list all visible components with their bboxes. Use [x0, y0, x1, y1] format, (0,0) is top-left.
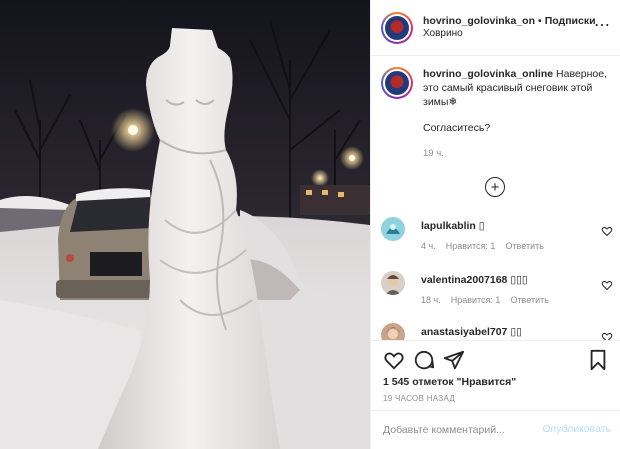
comment-heart-icon[interactable]: [601, 331, 613, 340]
comment-input[interactable]: [383, 422, 533, 438]
commenter-avatar[interactable]: [381, 323, 405, 340]
post-photo[interactable]: [0, 0, 370, 449]
comment-heart-icon[interactable]: [601, 279, 613, 291]
post-caption: hovrino_golovinka_online Наверное, это с…: [381, 67, 613, 161]
snow-sculpture-image: [0, 0, 370, 449]
reply-button[interactable]: Ответить: [510, 295, 548, 305]
comment-icon[interactable]: [413, 349, 435, 371]
comment-text: ▯: [478, 220, 485, 232]
reply-button[interactable]: Ответить: [505, 241, 543, 251]
comment-item: valentina2007168 ▯▯▯ 18 ч. Нравится: 1 Отв…: [381, 271, 613, 311]
publish-button[interactable]: Опубликовать: [542, 423, 611, 435]
commenter-avatar[interactable]: [381, 271, 405, 295]
author-username[interactable]: hovrino_golovinka_on: [423, 15, 535, 27]
comment-item: lapulkablin ▯ 4 ч. Нравится: 1 Ответить: [381, 217, 613, 257]
heart-icon[interactable]: [383, 349, 405, 371]
comment-text: ▯▯▯: [510, 274, 528, 286]
comment-time: 18 ч.: [421, 295, 441, 305]
comment-time: 4 ч.: [421, 241, 436, 251]
post-side-panel: hovrino_golovinka_on • Подписки Ховрино ⋯ …: [370, 0, 620, 449]
comment-heart-icon[interactable]: [601, 225, 613, 237]
follow-button[interactable]: Подписки: [545, 15, 596, 27]
comment-username[interactable]: valentina2007168: [421, 274, 507, 286]
instagram-post-window: hovrino_golovinka_on • Подписки Ховрино ⋯ …: [0, 0, 620, 449]
likes-count[interactable]: 1 545 отметок "Нравится": [383, 376, 516, 388]
caption-time: 19 ч.: [423, 148, 444, 159]
comment-likes-link[interactable]: Нравится: 1: [451, 295, 501, 305]
bookmark-icon[interactable]: [587, 349, 609, 371]
caption-avatar[interactable]: [381, 67, 413, 99]
send-icon[interactable]: [443, 349, 465, 371]
post-actions-bar: 1 545 отметок "Нравится" 19 ЧАСОВ НАЗАД: [371, 340, 620, 410]
add-comment-bar: Опубликовать: [371, 410, 620, 449]
post-time-ago: 19 ЧАСОВ НАЗАД: [383, 394, 456, 403]
comment-item: anastasiyabel707 ▯▯: [381, 323, 613, 340]
comments-area[interactable]: hovrino_golovinka_online Наверное, это с…: [371, 57, 620, 340]
comment-text: ▯▯: [510, 326, 522, 338]
commenter-avatar[interactable]: [381, 217, 405, 241]
caption-question: Согласитесь?: [423, 122, 491, 134]
caption-username[interactable]: hovrino_golovinka_online: [423, 68, 553, 80]
post-header: hovrino_golovinka_on • Подписки Ховрино ⋯: [371, 0, 620, 56]
comment-likes-link[interactable]: Нравится: 1: [446, 241, 496, 251]
more-options-icon[interactable]: ⋯: [594, 18, 611, 34]
load-more-comments-icon[interactable]: +: [485, 177, 505, 197]
comment-username[interactable]: anastasiyabel707: [421, 326, 507, 338]
header-separator: •: [538, 14, 542, 27]
location-link[interactable]: Ховрино: [423, 28, 596, 41]
author-avatar[interactable]: [381, 11, 413, 44]
comment-username[interactable]: lapulkablin: [421, 220, 476, 232]
